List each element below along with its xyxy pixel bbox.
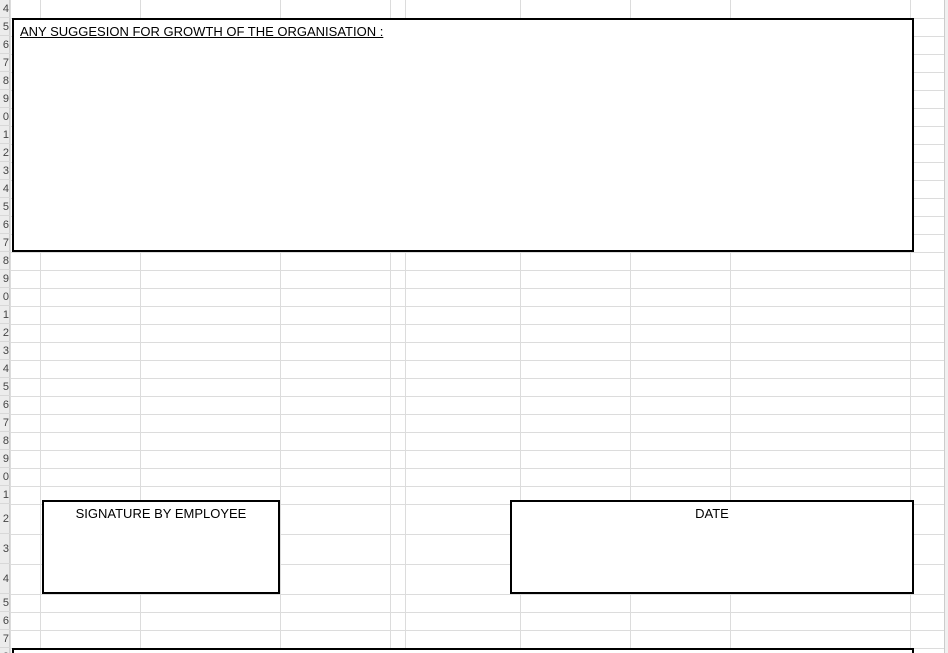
signature-heading: SIGNATURE BY EMPLOYEE [44,502,278,521]
row-header[interactable]: 8 [0,252,10,270]
date-heading: DATE [512,502,912,521]
row-header[interactable]: 2 [0,144,10,162]
sheet-content: ANY SUGGESION FOR GROWTH OF THE ORGANISA… [10,0,948,653]
row-header[interactable]: 1 [0,126,10,144]
row-header[interactable]: 3 [0,342,10,360]
row-header[interactable]: 7 [0,234,10,252]
row-header[interactable]: 1 [0,306,10,324]
row-header[interactable]: 6 [0,612,10,630]
row-header-column: 45678901234567890123456789012345678 [0,0,10,653]
row-header[interactable]: 9 [0,90,10,108]
row-header[interactable]: 0 [0,468,10,486]
row-header[interactable]: 0 [0,288,10,306]
vertical-scrollbar[interactable] [944,0,948,653]
row-header[interactable]: 5 [0,378,10,396]
row-header[interactable]: 9 [0,450,10,468]
row-header[interactable]: 9 [0,270,10,288]
row-header[interactable]: 6 [0,216,10,234]
date-box: DATE [510,500,914,594]
remarks-box: REMARKS BY APPRAISER : [12,648,914,653]
row-header[interactable]: 6 [0,396,10,414]
row-header[interactable]: 3 [0,162,10,180]
row-header[interactable]: 4 [0,0,10,18]
row-header[interactable]: 0 [0,108,10,126]
suggestion-box: ANY SUGGESION FOR GROWTH OF THE ORGANISA… [12,18,914,252]
row-header[interactable]: 4 [0,360,10,378]
signature-box: SIGNATURE BY EMPLOYEE [42,500,280,594]
row-header[interactable]: 5 [0,18,10,36]
row-header[interactable]: 7 [0,414,10,432]
row-header[interactable]: 4 [0,564,10,594]
row-header[interactable]: 8 [0,648,10,653]
row-header[interactable]: 7 [0,54,10,72]
row-header[interactable]: 4 [0,180,10,198]
row-header[interactable]: 1 [0,486,10,504]
row-header[interactable]: 8 [0,72,10,90]
row-header[interactable]: 6 [0,36,10,54]
row-header[interactable]: 5 [0,198,10,216]
row-header[interactable]: 2 [0,324,10,342]
suggestion-heading: ANY SUGGESION FOR GROWTH OF THE ORGANISA… [14,20,912,43]
row-header[interactable]: 3 [0,534,10,564]
row-header[interactable]: 7 [0,630,10,648]
row-header[interactable]: 8 [0,432,10,450]
row-header[interactable]: 2 [0,504,10,534]
row-header[interactable]: 5 [0,594,10,612]
